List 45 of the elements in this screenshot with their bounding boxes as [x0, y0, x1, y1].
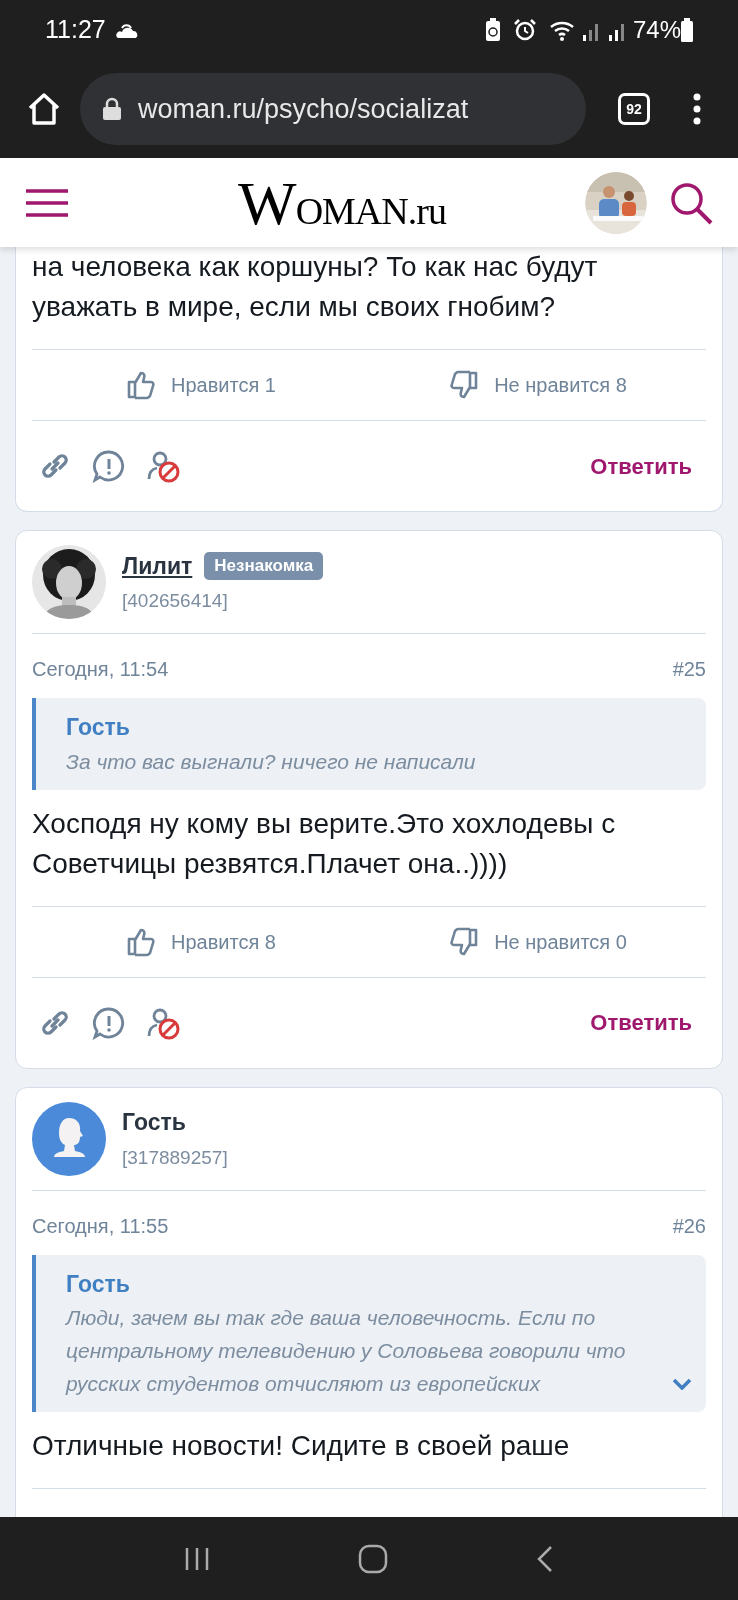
quote-author: Гость — [66, 713, 131, 742]
reply-button[interactable]: Ответить — [590, 449, 706, 483]
search-icon[interactable] — [669, 180, 713, 225]
post-number[interactable]: #26 — [672, 1210, 706, 1241]
url-text: woman.ru/psycho/socializat — [138, 92, 469, 126]
chevron-down-icon[interactable] — [672, 1378, 692, 1390]
author-name: Гость — [122, 1108, 186, 1137]
battery-icon — [681, 18, 693, 42]
post-number[interactable]: #25 — [672, 654, 706, 684]
home-icon[interactable] — [26, 91, 62, 127]
dislike-button[interactable]: Не нравится 8 — [448, 369, 627, 401]
like-button[interactable]: Нравится 1 — [125, 369, 276, 401]
battery-percent: 74% — [632, 15, 681, 45]
thumbs-up-icon — [125, 369, 158, 401]
block-user-icon[interactable] — [146, 449, 180, 483]
menu-icon[interactable] — [25, 187, 69, 218]
battery-saver-icon — [484, 18, 501, 42]
site-logo[interactable]: WOMAN.ru — [238, 171, 446, 234]
lock-icon — [102, 97, 122, 121]
quote-author: Гость — [66, 1269, 131, 1299]
report-icon[interactable] — [92, 1005, 126, 1040]
user-id: [402656414] — [122, 589, 229, 613]
more-menu-icon[interactable] — [692, 93, 702, 125]
post-text: Хосподя ну кому вы верите.Это хохлодевы с Советчицы резвятся.Плачет она..)))) — [32, 806, 617, 881]
alarm-icon — [512, 18, 537, 42]
home-button-icon[interactable] — [357, 1542, 389, 1575]
like-button[interactable]: Нравится 8 — [125, 925, 276, 958]
dislike-button[interactable]: Не нравится 0 — [448, 925, 627, 958]
post-text: Отличные новости! Сидите в своей раше — [32, 1429, 571, 1463]
tab-count-button[interactable]: 92 — [618, 93, 650, 125]
post-date: Сегодня, 11:55 — [32, 1213, 169, 1239]
report-icon[interactable] — [92, 449, 126, 483]
user-avatar-icon — [32, 1101, 106, 1176]
status-time: 11:27 — [45, 14, 106, 46]
back-icon[interactable] — [535, 1544, 555, 1573]
post-text: на человека как коршуны? То как нас будут уважать в мире, если мы своих гнобим? — [32, 250, 599, 324]
recent-apps-icon[interactable] — [183, 1545, 211, 1572]
user-id: [317889257] — [122, 1145, 228, 1170]
quote-text: Люди, зачем вы так где ваша человечность. Если по центральному телевидению у Соловьева говорили что русских студентов отчисляют из европейских — [66, 1305, 627, 1397]
quote-text: За что вас выгнали? ничего не написали — [66, 748, 477, 775]
author-link[interactable]: Лилит — [122, 548, 193, 583]
reply-button[interactable]: Ответить — [590, 1006, 706, 1039]
post-date: Сегодня, 11:54 — [32, 657, 169, 682]
address-bar[interactable]: woman.ru/psycho/socializat — [80, 73, 586, 145]
user-badge: Незнакомка — [204, 552, 324, 580]
